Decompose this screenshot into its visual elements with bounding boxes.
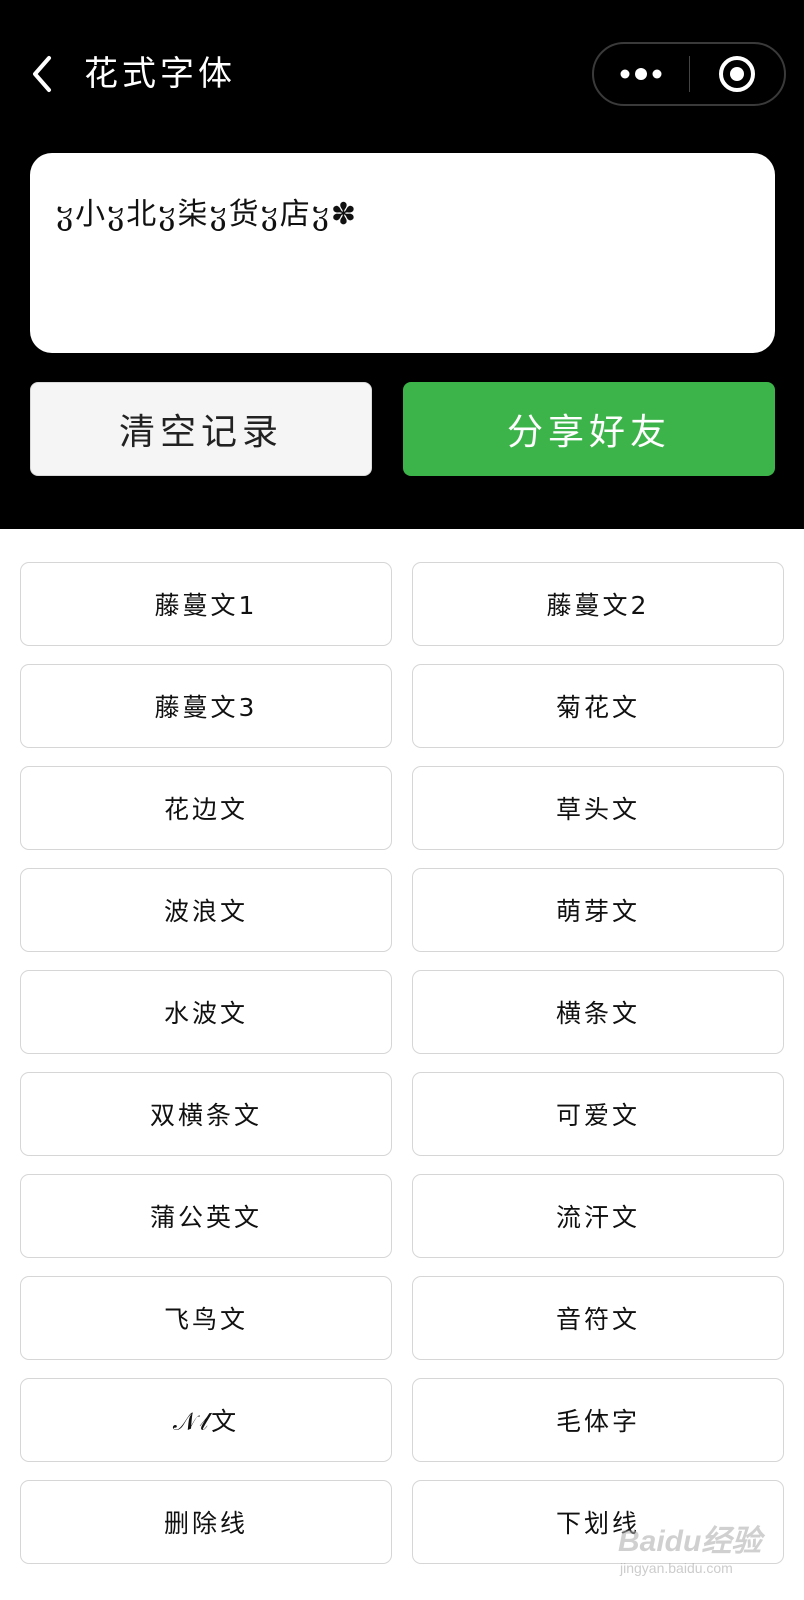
style-button[interactable]: 𝒩𝓁文 [20,1378,392,1462]
font-style-grid: 藤蔓文1 藤蔓文2 藤蔓文3 菊花文 花边文 草头文 波浪文 萌芽文 水波文 横… [20,562,785,1564]
more-dots-icon [620,68,662,80]
style-button[interactable]: 藤蔓文3 [20,664,392,748]
style-button[interactable]: 水波文 [20,970,392,1054]
style-button[interactable]: 蒲公英文 [20,1174,392,1258]
header-area: 花式字体 ჳ小ჳ北ჳ柒ჳ货ჳ店ჳ✽ 清空记录 分享好友 [0,0,804,529]
style-button[interactable]: 流汗文 [412,1174,784,1258]
more-button[interactable] [594,44,689,104]
back-button[interactable] [22,52,62,96]
style-button[interactable]: 藤蔓文2 [412,562,784,646]
style-button[interactable]: 删除线 [20,1480,392,1564]
style-button[interactable]: 波浪文 [20,868,392,952]
target-circle-icon [718,56,755,92]
preview-box[interactable]: ჳ小ჳ北ჳ柒ჳ货ჳ店ჳ✽ [30,153,775,353]
style-button[interactable]: 毛体字 [412,1378,784,1462]
clear-history-button[interactable]: 清空记录 [30,382,372,476]
style-button[interactable]: 萌芽文 [412,868,784,952]
chevron-left-icon [33,56,51,92]
style-button[interactable]: 横条文 [412,970,784,1054]
page-title: 花式字体 [84,54,236,94]
preview-text: ჳ小ჳ北ჳ柒ჳ货ჳ店ჳ✽ [56,197,359,232]
style-button[interactable]: 可爱文 [412,1072,784,1156]
share-friends-button[interactable]: 分享好友 [403,382,775,476]
style-button[interactable]: 音符文 [412,1276,784,1360]
style-button[interactable]: 草头文 [412,766,784,850]
style-button[interactable]: 飞鸟文 [20,1276,392,1360]
style-button[interactable]: 菊花文 [412,664,784,748]
style-button[interactable]: 双横条文 [20,1072,392,1156]
style-button[interactable]: 花边文 [20,766,392,850]
close-miniprogram-button[interactable] [689,44,784,104]
style-button[interactable]: 藤蔓文1 [20,562,392,646]
menu-capsule [592,42,786,106]
style-button[interactable]: 下划线 [412,1480,784,1564]
